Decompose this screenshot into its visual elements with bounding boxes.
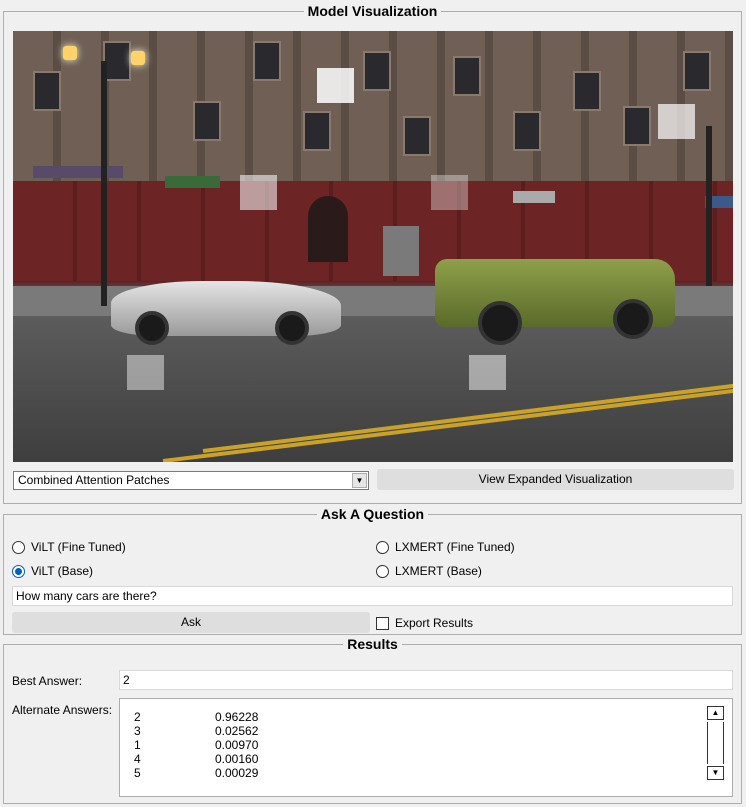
arched-doorway (308, 196, 348, 262)
chevron-down-icon[interactable]: ▼ (352, 473, 367, 488)
ask-button[interactable]: Ask (12, 612, 370, 633)
radio-button[interactable] (12, 540, 25, 554)
radio-label: LXMERT (Base) (395, 564, 482, 578)
truck-wheel (478, 301, 522, 345)
window (193, 101, 221, 141)
awning (165, 176, 220, 188)
export-results-checkbox[interactable] (376, 616, 389, 630)
attention-visualization-image (13, 31, 733, 462)
scroll-up-icon[interactable]: ▲ (707, 706, 724, 720)
attention-patch (317, 68, 354, 103)
attention-patch (431, 175, 468, 210)
radio-label: ViLT (Fine Tuned) (31, 540, 126, 554)
best-answer-label: Best Answer: (12, 674, 83, 688)
radio-vilt-base[interactable]: ViLT (Base) (12, 563, 93, 579)
model-visualization-title: Model Visualization (303, 3, 442, 19)
radio-label: LXMERT (Fine Tuned) (395, 540, 515, 554)
alternate-answers-label: Alternate Answers: (12, 703, 113, 717)
window (303, 111, 331, 151)
attention-patch (658, 104, 695, 139)
radio-button-selected[interactable] (12, 564, 25, 578)
window (453, 56, 481, 96)
best-answer-field[interactable]: 2 (119, 670, 733, 690)
visualization-mode-value: Combined Attention Patches (18, 473, 170, 487)
road (13, 316, 733, 462)
ask-question-group: Ask A Question ViLT (Fine Tuned) LXMERT … (3, 506, 742, 635)
ask-question-title: Ask A Question (316, 506, 429, 522)
window (513, 111, 541, 151)
window (573, 71, 601, 111)
scroll-down-icon[interactable]: ▼ (707, 766, 724, 780)
export-results-checkbox-row[interactable]: Export Results (376, 615, 473, 631)
street-lamp-light (131, 51, 145, 65)
list-item[interactable]: 4 0.00160 (134, 752, 258, 766)
alternate-answers-list[interactable]: 2 0.96228 3 0.02562 1 0.00970 4 0.00160 5 0.0… (119, 698, 733, 797)
visualization-mode-dropdown[interactable]: Combined Attention Patches ▼ (13, 471, 369, 490)
window (363, 51, 391, 91)
radio-vilt-fine-tuned[interactable]: ViLT (Fine Tuned) (12, 539, 126, 555)
list-item[interactable]: 1 0.00970 (134, 738, 258, 752)
window (33, 71, 61, 111)
scroll-track[interactable] (707, 722, 724, 764)
awning (33, 166, 123, 178)
window (253, 41, 281, 81)
question-input[interactable]: How many cars are there? (12, 586, 733, 606)
list-item[interactable]: 5 0.00029 (134, 766, 258, 780)
radio-button[interactable] (376, 540, 389, 554)
truck-wheel (613, 299, 653, 339)
street-lamp-post (706, 126, 712, 286)
window (103, 41, 131, 81)
radio-lxmert-base[interactable]: LXMERT (Base) (376, 563, 482, 579)
radio-label: ViLT (Base) (31, 564, 94, 578)
attention-patch (127, 355, 164, 390)
radio-lxmert-fine-tuned[interactable]: LXMERT (Fine Tuned) (376, 539, 515, 555)
list-item[interactable]: 3 0.02562 (134, 724, 258, 738)
car-wheel (275, 311, 309, 345)
results-title: Results (343, 636, 402, 652)
export-results-label: Export Results (395, 616, 474, 630)
results-group: Results Best Answer: 2 Alternate Answers… (3, 636, 742, 804)
street-lamp-light (63, 46, 77, 60)
attention-patch (469, 355, 506, 390)
model-visualization-group: Model Visualization Combined Attention P… (3, 3, 742, 504)
street-lamp-post (101, 61, 107, 306)
awning (513, 191, 555, 203)
vertical-scrollbar[interactable]: ▲ ▼ (707, 706, 724, 780)
view-expanded-visualization-button[interactable]: View Expanded Visualization (377, 469, 734, 490)
list-item[interactable]: 2 0.96228 (134, 710, 258, 724)
radio-button[interactable] (376, 564, 389, 578)
car-wheel (135, 311, 169, 345)
attention-patch (240, 175, 277, 210)
garage-door (383, 226, 419, 276)
window (683, 51, 711, 91)
window (403, 116, 431, 156)
window (623, 106, 651, 146)
